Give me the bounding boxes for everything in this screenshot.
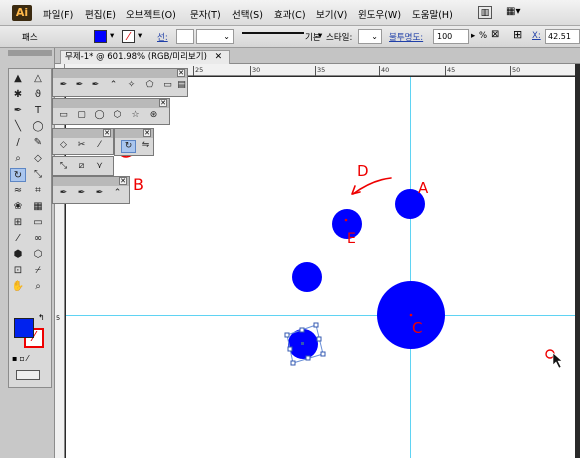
line-icon[interactable]: ╲ — [10, 120, 26, 134]
graph-icon[interactable]: ▦ — [30, 200, 46, 214]
select-icon[interactable]: ▲ — [10, 72, 26, 86]
pen-delete-icon[interactable]: ✒ — [89, 80, 102, 91]
rotate-tools-flyout: ✕ ↻ ⇋ — [114, 128, 154, 156]
rectangle-icon[interactable]: ▭ — [57, 110, 70, 121]
lasso-icon[interactable]: ϑ — [30, 88, 46, 102]
circle-left[interactable] — [292, 262, 322, 292]
tools-grid: ▲ △ ✱ ϑ ✒ T ╲ ◯ / ✎ ⌕ ◇ ↻ ⤡ ≈ ⌗ ❀ ▦ ⊞ ▭ ⁄ ∞ ⬢ ⬡ ⊡ ⌿ ✋ ⌕ — [10, 72, 50, 302]
shape-icon[interactable]: ▤ — [175, 80, 188, 91]
ellipse-icon[interactable]: ◯ — [93, 110, 106, 121]
flare-icon[interactable]: ⊛ — [147, 110, 160, 121]
slice-icon[interactable]: ⌿ — [30, 264, 46, 278]
close-icon[interactable]: ✕ — [177, 69, 185, 77]
free-transform-icon[interactable]: ⌗ — [30, 184, 46, 198]
eraser-tools-flyout: ✕ ◇ ✂ ⁄ — [52, 128, 114, 155]
shape-icon[interactable]: ⬠ — [143, 80, 156, 91]
flyout-header[interactable] — [53, 69, 187, 78]
type-icon[interactable]: T — [30, 104, 46, 118]
scale-icon[interactable]: ⤡ — [30, 168, 46, 182]
pen-add-icon[interactable]: ✒ — [73, 80, 86, 91]
gradient-icon[interactable]: ▭ — [30, 216, 46, 230]
polygon-icon[interactable]: ⬡ — [111, 110, 124, 121]
live-paint-icon[interactable]: ⬢ — [10, 248, 26, 262]
scissors-icon[interactable]: ✂ — [75, 140, 88, 151]
pen-icon[interactable]: ✒ — [10, 104, 26, 118]
annotation-label-d: D — [357, 162, 369, 180]
artboard-icon[interactable]: ⊡ — [10, 264, 26, 278]
symbol-sprayer-icon[interactable]: ❀ — [10, 200, 26, 214]
shape-icon[interactable]: ▭ — [161, 80, 174, 91]
eraser-icon[interactable]: ◇ — [30, 152, 46, 166]
rotate-icon[interactable]: ↻ — [121, 140, 136, 153]
reflect-icon[interactable]: ⇋ — [139, 140, 152, 151]
knife-icon[interactable]: ⁄ — [93, 140, 106, 151]
rotate-icon[interactable]: ↻ — [10, 168, 26, 182]
scale-icon[interactable]: ⤡ — [57, 161, 70, 172]
star-icon[interactable]: ✧ — [125, 80, 138, 91]
pen-icon[interactable]: ✒ — [57, 80, 70, 91]
mouse-cursor — [552, 352, 563, 369]
annotation-label-a: A — [418, 179, 429, 197]
star-icon[interactable]: ☆ — [129, 110, 142, 121]
anchor-convert-icon[interactable]: ⌃ — [111, 188, 124, 199]
screen-mode-button[interactable] — [16, 370, 40, 380]
warp-icon[interactable]: ≈ — [10, 184, 26, 198]
pen-tools-flyout: ✕ ✒ ✒ ✒ ⌃ ✧ ⬠ ▭ ▤ — [52, 68, 188, 97]
pen-add-icon[interactable]: ✒ — [75, 188, 88, 199]
magic-wand-icon[interactable]: ✱ — [10, 88, 26, 102]
pen-delete-icon[interactable]: ✒ — [93, 188, 106, 199]
eyedropper-icon[interactable]: ⁄ — [10, 232, 26, 246]
close-icon[interactable]: ✕ — [143, 129, 151, 137]
shape-tools-flyout: ✕ ▭ ▢ ◯ ⬡ ☆ ⊛ — [52, 98, 170, 125]
pencil-icon[interactable]: ✎ — [30, 136, 46, 150]
direct-select-icon[interactable]: △ — [30, 72, 46, 86]
close-icon[interactable]: ✕ — [119, 177, 127, 185]
blob-brush-icon[interactable]: ⌕ — [10, 152, 26, 166]
close-icon[interactable]: ✕ — [103, 129, 111, 137]
reshape-icon[interactable]: ⋎ — [93, 161, 106, 172]
mesh-icon[interactable]: ⊞ — [10, 216, 26, 230]
annotation-label-c: C — [412, 319, 422, 337]
shear-icon[interactable]: ⧄ — [75, 161, 88, 172]
transform-tools-flyout: ⤡ ⧄ ⋎ — [52, 156, 114, 176]
zoom-icon[interactable]: ⌕ — [30, 280, 46, 294]
close-icon[interactable]: ✕ — [159, 99, 167, 107]
flyout-header[interactable] — [53, 177, 129, 186]
toolbox-fill-swatch[interactable] — [14, 318, 34, 338]
anchor-convert-icon[interactable]: ⌃ — [107, 80, 120, 91]
annotation-label-e: E — [347, 231, 356, 247]
swap-colors-icon[interactable]: ↰ — [38, 313, 45, 322]
ellipse-icon[interactable]: ◯ — [30, 120, 46, 134]
anchor-tools-flyout: ✕ ✒ ✒ ✒ ⌃ — [52, 176, 130, 204]
color-mode-buttons[interactable]: ▪▫⁄ — [12, 354, 48, 364]
hand-icon[interactable]: ✋ — [10, 280, 26, 294]
rounded-rectangle-icon[interactable]: ▢ — [75, 110, 88, 121]
brush-icon[interactable]: / — [10, 136, 26, 150]
annotation-marks — [117, 136, 555, 359]
flyout-header[interactable] — [53, 99, 169, 108]
eraser-icon[interactable]: ◇ — [57, 140, 70, 151]
blend-icon[interactable]: ∞ — [30, 232, 46, 246]
annotation-label-b: B — [133, 175, 144, 194]
live-paint-select-icon[interactable]: ⬡ — [30, 248, 46, 262]
pen-icon[interactable]: ✒ — [57, 188, 70, 199]
